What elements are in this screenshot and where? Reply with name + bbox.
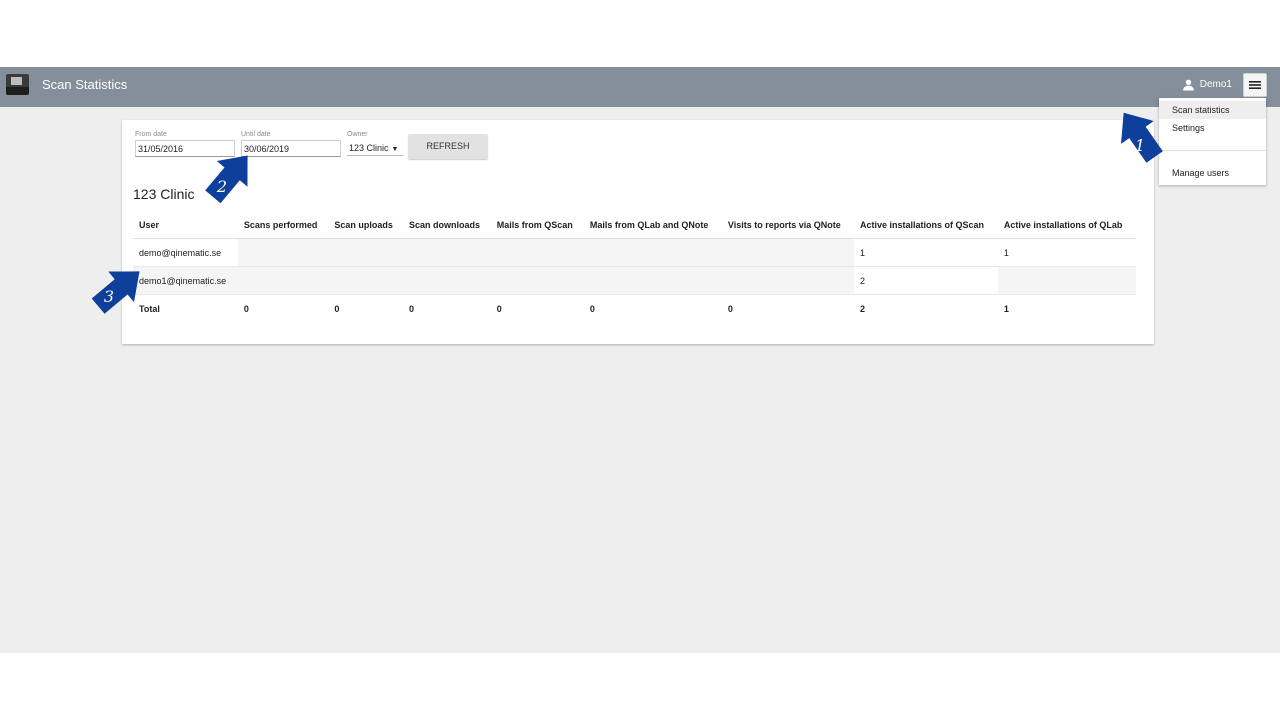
user-name: Demo1: [1199, 79, 1232, 90]
refresh-button[interactable]: REFRESH: [408, 134, 488, 159]
table-cell: [490, 266, 584, 295]
statistics-card: From date 31/05/2016 Until date 30/06/20…: [122, 120, 1154, 344]
table-cell: 0: [496, 303, 502, 314]
table-cell: [237, 266, 329, 295]
column-header-user: User: [133, 211, 238, 239]
table-cell: 1: [853, 238, 998, 267]
table-cell: 1: [1003, 303, 1009, 314]
hamburger-icon: [1249, 81, 1261, 89]
table-cell: [997, 266, 1136, 295]
table-cell: 0: [727, 303, 733, 314]
app-logo: [6, 74, 29, 95]
table-cell: 0: [589, 303, 595, 314]
table-total-row: Total 0 0 0 0 0 0 2 1: [133, 295, 1136, 323]
owner-select[interactable]: 123 Clinic ▼: [347, 141, 403, 156]
table-cell: 0: [243, 303, 249, 314]
menu-divider: [1159, 150, 1266, 151]
callout-arrow-3: 3: [85, 262, 145, 322]
table-cell: Total: [139, 303, 160, 314]
page-title: Scan Statistics: [42, 77, 128, 92]
table-row: demo1@qinematic.se 2: [133, 266, 1136, 295]
menu-item-settings[interactable]: Settings: [1159, 119, 1266, 137]
table-cell: [402, 266, 491, 295]
table-cell: 0: [408, 303, 414, 314]
table-cell: [583, 238, 722, 267]
clinic-title: 123 Clinic: [133, 186, 195, 202]
top-bar: Scan Statistics Demo1: [0, 67, 1280, 107]
table-cell: [721, 266, 854, 295]
table-cell: [721, 238, 854, 267]
table-cell: demo@qinematic.se: [133, 238, 238, 267]
statistics-table: User Scans performed Scan uploads Scan d…: [133, 211, 1136, 322]
table-cell: [328, 238, 403, 267]
owner-select-value: 123 Clinic: [349, 143, 389, 153]
main-menu-dropdown: Scan statistics Settings Manage users: [1159, 98, 1266, 185]
from-date-label: From date: [135, 131, 167, 138]
caret-down-icon: ▼: [391, 146, 399, 153]
table-cell: 2: [853, 266, 998, 295]
column-header-mails-qscan: Mails from QScan: [490, 211, 584, 239]
callout-arrow-2: 2: [197, 150, 257, 210]
owner-field: Owner 123 Clinic ▼: [347, 130, 403, 156]
column-header-installations-qscan: Active installations of QScan: [853, 211, 998, 239]
table-cell: [583, 266, 722, 295]
menu-item-manage-users[interactable]: Manage users: [1159, 164, 1266, 182]
table-row: demo@qinematic.se 1 1: [133, 238, 1136, 267]
callout-number-3: 3: [104, 287, 114, 306]
column-header-scan-uploads: Scan uploads: [328, 211, 403, 239]
user-icon: [1182, 79, 1194, 91]
column-header-mails-qlab-qnote: Mails from QLab and QNote: [583, 211, 722, 239]
table-cell: [237, 238, 329, 267]
table-header-row: User Scans performed Scan uploads Scan d…: [133, 211, 1136, 239]
until-date-label: Until date: [241, 131, 271, 138]
column-header-installations-qlab: Active installations of QLab: [997, 211, 1136, 239]
menu-item-scan-statistics[interactable]: Scan statistics: [1159, 101, 1266, 119]
table-cell: [328, 266, 403, 295]
table-cell: demo1@qinematic.se: [133, 266, 238, 295]
column-header-visits-reports: Visits to reports via QNote: [721, 211, 854, 239]
table-cell: 2: [859, 303, 865, 314]
table-cell: [490, 238, 584, 267]
table-cell: 1: [997, 238, 1136, 267]
menu-button[interactable]: [1243, 73, 1267, 97]
column-header-scans-performed: Scans performed: [237, 211, 329, 239]
app-area: Scan Statistics Demo1 From date 31/05/20…: [0, 67, 1280, 653]
table-cell: 0: [334, 303, 340, 314]
callout-number-1: 1: [1135, 136, 1145, 155]
user-menu[interactable]: Demo1: [1182, 78, 1232, 91]
table-cell: [402, 238, 491, 267]
callout-arrow-1: 1: [1112, 109, 1172, 169]
callout-number-2: 2: [216, 177, 227, 196]
column-header-scan-downloads: Scan downloads: [402, 211, 491, 239]
owner-label: Owner: [347, 131, 368, 138]
